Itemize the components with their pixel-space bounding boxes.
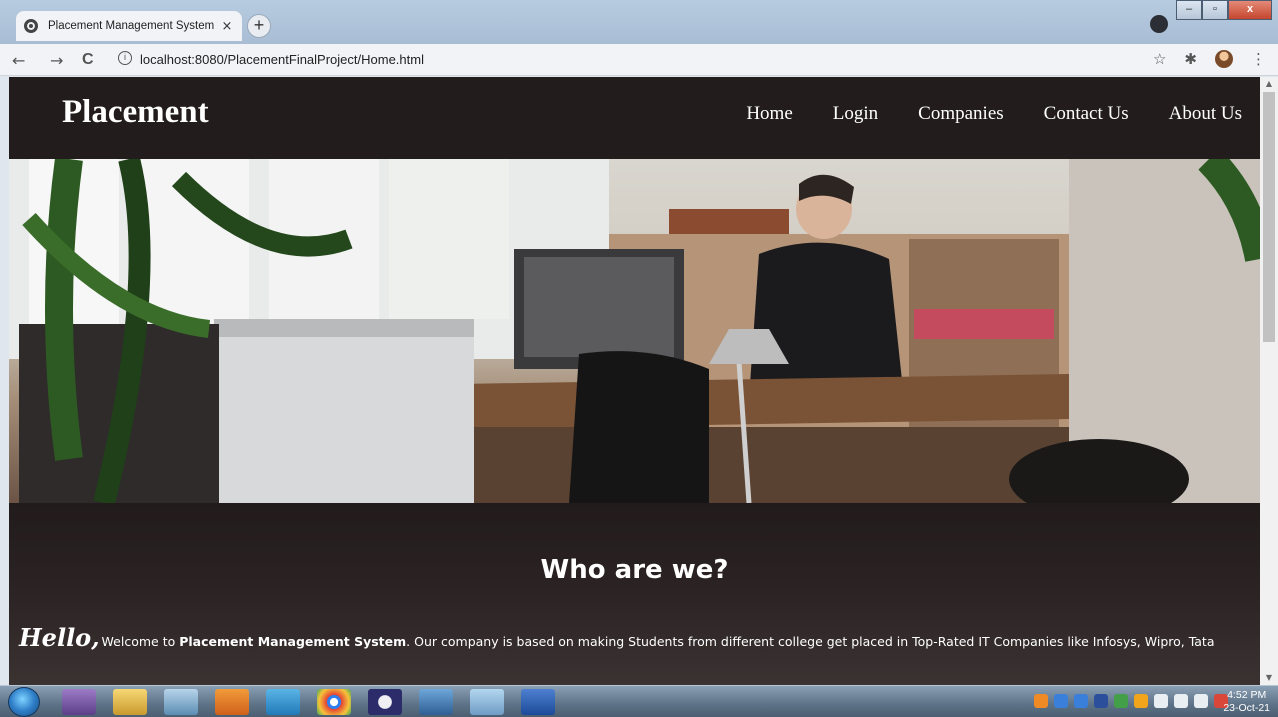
site-navbar: Placement Home Login Companies Contact U…	[9, 77, 1260, 159]
window-close-button[interactable]: x	[1228, 0, 1272, 20]
browser-tab[interactable]: Placement Management System ×	[16, 11, 242, 41]
nav-companies[interactable]: Companies	[918, 103, 1004, 125]
tray-meeting-icon[interactable]	[1074, 694, 1088, 708]
profile-menu-icon[interactable]	[1150, 15, 1168, 33]
tray-device-icon[interactable]	[1154, 694, 1168, 708]
tray-b-icon[interactable]	[1094, 694, 1108, 708]
sublime-icon[interactable]	[215, 689, 249, 715]
address-bar: ← → C i localhost:8080/PlacementFinalPro…	[0, 44, 1278, 76]
clock-time: 4:52 PM	[1227, 689, 1267, 701]
telegram-icon[interactable]	[266, 689, 300, 715]
tray-shield-icon[interactable]	[1114, 694, 1128, 708]
clock-date: 23-Oct-21	[1223, 702, 1270, 714]
folder-icon[interactable]	[113, 689, 147, 715]
globe-icon	[24, 19, 38, 33]
network-icon[interactable]	[1194, 694, 1208, 708]
url-text[interactable]: localhost:8080/PlacementFinalProject/Hom…	[140, 52, 424, 67]
tray-arrow-icon[interactable]	[1134, 694, 1148, 708]
nav-about-us[interactable]: About Us	[1169, 103, 1242, 125]
chrome-icon[interactable]	[317, 689, 351, 715]
minimize-button[interactable]: –	[1176, 0, 1202, 20]
volume-icon[interactable]	[1174, 694, 1188, 708]
taskbar-apps	[62, 689, 555, 715]
section-title: Who are we?	[540, 555, 729, 585]
intro-strong: Placement Management System	[179, 634, 407, 649]
toolbar-actions: ☆ ✱ ⋮	[1153, 50, 1266, 68]
page-scrollbar[interactable]: ▲ ▼	[1260, 77, 1278, 685]
nav-home[interactable]: Home	[746, 103, 792, 125]
taskbar-clock[interactable]: 4:52 PM 23-Oct-21	[1223, 689, 1270, 715]
office-photo	[9, 159, 1260, 503]
eclipse-icon[interactable]	[368, 689, 402, 715]
avatar[interactable]	[1215, 50, 1233, 68]
site-nav: Home Login Companies Contact Us About Us	[746, 103, 1242, 125]
intro-rest: . Our company is based on making Student…	[406, 634, 1215, 649]
bookmark-star-icon[interactable]: ☆	[1153, 50, 1166, 68]
tab-close-icon[interactable]: ×	[220, 19, 234, 34]
intro-prefix: Welcome to	[101, 634, 180, 649]
tab-title: Placement Management System	[48, 20, 215, 32]
extensions-icon[interactable]: ✱	[1184, 50, 1197, 68]
window-controls: – ▫ x	[1150, 0, 1272, 33]
menu-icon[interactable]: ⋮	[1251, 50, 1266, 68]
start-button[interactable]	[8, 687, 40, 717]
page-viewport: Placement Home Login Companies Contact U…	[9, 77, 1260, 685]
winrar-icon[interactable]	[62, 689, 96, 715]
info-icon[interactable]: i	[118, 51, 132, 65]
reload-button[interactable]: C	[82, 51, 94, 69]
forward-button[interactable]: →	[50, 51, 63, 70]
word-icon[interactable]	[521, 689, 555, 715]
notepad-icon[interactable]	[164, 689, 198, 715]
tray-app-icon[interactable]	[1034, 694, 1048, 708]
nav-login[interactable]: Login	[833, 103, 878, 125]
mysql-icon[interactable]	[419, 689, 453, 715]
os-taskbar: 4:52 PM 23-Oct-21	[0, 685, 1278, 717]
about-section: Who are we? Hello, Welcome to Placement M…	[9, 503, 1260, 685]
site-brand[interactable]: Placement	[62, 94, 209, 131]
intro-paragraph: Hello, Welcome to Placement Management Sy…	[19, 623, 1259, 657]
scrollbar-thumb[interactable]	[1263, 92, 1275, 342]
back-button[interactable]: ←	[12, 51, 25, 70]
browser-tab-strip: Placement Management System × + – ▫ x	[0, 0, 1278, 44]
new-tab-button[interactable]: +	[247, 14, 271, 38]
scroll-down-icon[interactable]: ▼	[1260, 671, 1278, 685]
maximize-button[interactable]: ▫	[1202, 0, 1228, 20]
hero-image	[9, 159, 1260, 503]
tray-zoom-icon[interactable]	[1054, 694, 1068, 708]
scroll-up-icon[interactable]: ▲	[1260, 77, 1278, 91]
paint-icon[interactable]	[470, 689, 504, 715]
system-tray	[1034, 694, 1228, 708]
url-field[interactable]: i localhost:8080/PlacementFinalProject/H…	[110, 48, 1140, 72]
hello-script: Hello,	[19, 623, 100, 652]
nav-contact-us[interactable]: Contact Us	[1044, 103, 1129, 125]
